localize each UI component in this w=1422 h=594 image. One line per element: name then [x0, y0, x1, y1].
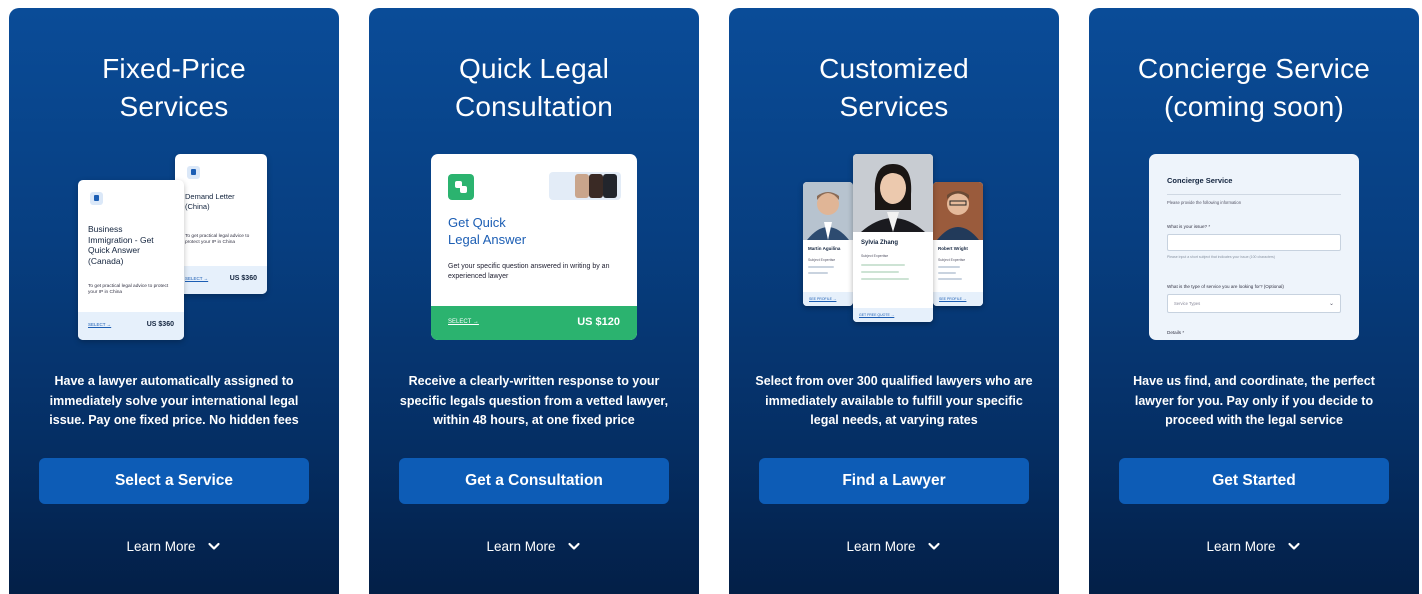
card-description: Have us find, and coordinate, the perfec…: [1133, 374, 1375, 427]
lawyer-photos: [549, 172, 621, 200]
lawyer-name: Sylvia Zhang: [861, 240, 899, 246]
service-card-concierge: Concierge Service (coming soon) Concierg…: [1089, 8, 1419, 594]
lawyer-expertise-label: Subject Expertise: [808, 258, 836, 262]
service-preview-card-front: Business Immigration - Get Quick Answer …: [78, 180, 184, 340]
issue-hint: Please input a short subject that indica…: [1167, 255, 1275, 259]
form-divider: [1167, 194, 1341, 195]
lawyer-photo: [803, 182, 853, 240]
get-a-consultation-button[interactable]: Get a Consultation: [399, 458, 669, 504]
lawyer-avatar: [575, 174, 589, 198]
concierge-form-preview: Concierge Service Please provide the fol…: [1149, 154, 1359, 340]
service-preview-card-back: Demand Letter (China) To get practical l…: [175, 154, 267, 294]
chevron-down-icon: [207, 542, 220, 550]
learn-more-toggle[interactable]: Learn More: [369, 538, 699, 554]
fixed-price-illustration: Demand Letter (China) To get practical l…: [9, 8, 339, 368]
details-label: Details *: [1167, 330, 1185, 335]
lawyer-name: Martin Aguilina: [808, 246, 841, 251]
form-title: Concierge Service: [1167, 176, 1233, 185]
lawyer-expertise-label: Subject Expertise: [861, 254, 889, 258]
service-card-fixed-price: Fixed-Price Services Demand Letter (Chin…: [9, 8, 339, 594]
preview-title: Business Immigration - Get Quick Answer …: [88, 224, 154, 266]
lawyer-name: Robert Wright: [938, 246, 968, 251]
quick-answer-preview-card: Get Quick Legal Answer Get your specific…: [431, 154, 637, 340]
select-a-service-button[interactable]: Select a Service: [39, 458, 309, 504]
lawyer-card-footer: GET FREE QUOTE →: [853, 308, 933, 322]
document-icon: [187, 166, 200, 179]
preview-select-link: SELECT →: [88, 322, 112, 327]
preview-title: Get Quick Legal Answer: [448, 215, 527, 247]
learn-more-toggle[interactable]: Learn More: [1089, 538, 1419, 554]
card-description: Receive a clearly-written response to yo…: [399, 374, 669, 427]
service-card-quick-consultation: Quick Legal Consultation Get Quick Legal…: [369, 8, 699, 594]
learn-more-label: Learn More: [126, 538, 196, 554]
preview-text: To get practical legal advice to protect…: [88, 284, 169, 295]
lawyer-profile-card-featured: Sylvia Zhang Subject Expertise GET FREE …: [853, 154, 933, 322]
document-icon: [90, 192, 103, 205]
learn-more-label: Learn More: [486, 538, 556, 554]
lawyer-card-footer: SEE PROFILE →: [933, 292, 983, 306]
preview-select-link: SELECT →: [185, 276, 209, 281]
service-type-placeholder: Service Types: [1174, 301, 1201, 306]
get-free-quote-link: GET FREE QUOTE →: [859, 313, 895, 317]
card-description: Select from over 300 qualified lawyers w…: [755, 374, 1033, 427]
preview-select-link: SELECT →: [448, 319, 479, 325]
learn-more-toggle[interactable]: Learn More: [9, 538, 339, 554]
quick-consultation-illustration: Get Quick Legal Answer Get your specific…: [369, 8, 699, 368]
issue-label: What is your issue? *: [1167, 224, 1211, 229]
chevron-down-icon: [567, 542, 580, 550]
preview-price: US $360: [146, 321, 174, 328]
preview-footer: SELECT → US $360: [175, 266, 267, 294]
see-profile-link: SEE PROFILE →: [939, 297, 967, 301]
issue-input: [1167, 234, 1341, 251]
preview-text: Get your specific question answered in w…: [448, 263, 610, 280]
service-type-label: What is the type of service you are look…: [1167, 284, 1284, 289]
card-description: Have a lawyer automatically assigned to …: [49, 374, 299, 427]
chevron-down-icon: [1287, 542, 1300, 550]
chat-icon: [448, 174, 474, 200]
find-a-lawyer-button[interactable]: Find a Lawyer: [759, 458, 1029, 504]
lawyer-card-footer: SEE PROFILE →: [803, 292, 853, 306]
lawyer-photo: [933, 182, 983, 240]
get-started-button[interactable]: Get Started: [1119, 458, 1389, 504]
form-subtitle: Please provide the following information: [1167, 200, 1242, 205]
learn-more-toggle[interactable]: Learn More: [729, 538, 1059, 554]
lawyer-avatar: [603, 174, 617, 198]
service-type-select: Service Types ⌄: [1167, 294, 1341, 313]
concierge-illustration: Concierge Service Please provide the fol…: [1089, 8, 1419, 368]
lawyer-avatar: [589, 174, 603, 198]
chevron-down-icon: [927, 542, 940, 550]
lawyer-profile-card: Martin Aguilina Subject Expertise SEE PR…: [803, 182, 853, 306]
lawyer-expertise-label: Subject Expertise: [938, 258, 966, 262]
lawyer-photo: [853, 154, 933, 232]
preview-footer: SELECT → US $120: [431, 306, 637, 340]
preview-title: Demand Letter (China): [185, 192, 235, 211]
preview-footer: SELECT → US $360: [78, 312, 184, 340]
lawyer-profile-card: Robert Wright Subject Expertise SEE PROF…: [933, 182, 983, 306]
learn-more-label: Learn More: [846, 538, 916, 554]
preview-price: US $120: [577, 316, 620, 328]
preview-text: To get practical legal advice to protect…: [185, 234, 250, 245]
preview-price: US $360: [229, 275, 257, 282]
see-profile-link: SEE PROFILE →: [809, 297, 837, 301]
service-card-customized: Customized Services Martin Aguilina Subj…: [729, 8, 1059, 594]
learn-more-label: Learn More: [1206, 538, 1276, 554]
customized-services-illustration: Martin Aguilina Subject Expertise SEE PR…: [729, 8, 1059, 368]
chevron-down-icon: ⌄: [1328, 301, 1334, 307]
